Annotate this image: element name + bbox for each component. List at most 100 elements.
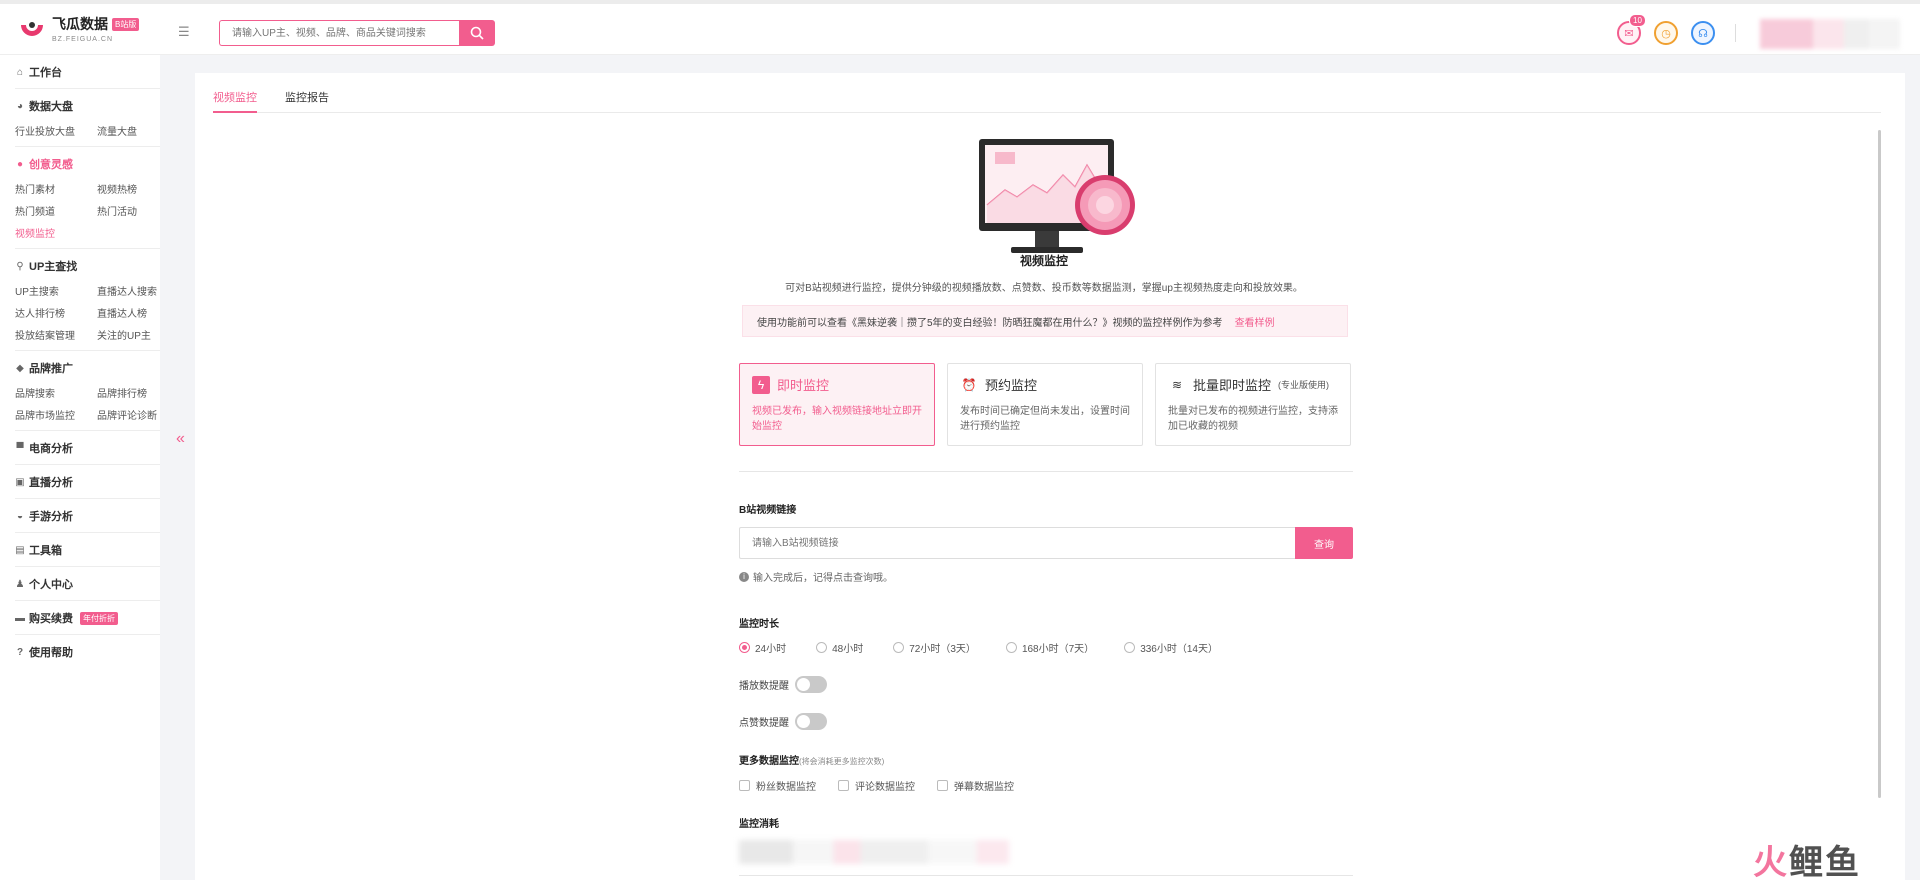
brand-name: 飞瓜数据 xyxy=(52,16,108,32)
sidebar-head[interactable]: ◆ 品牌推广 xyxy=(15,360,160,376)
sidebar-head[interactable]: ⚲ UP主查找 xyxy=(15,258,160,274)
sidebar-link[interactable]: 品牌排行榜 xyxy=(97,385,167,400)
radio-button[interactable] xyxy=(1005,642,1017,653)
fans-monitor-option[interactable]: 粉丝数据监控 xyxy=(739,778,816,793)
sidebar-group-help: ? 使用帮助 xyxy=(15,635,160,668)
divider xyxy=(739,471,1353,472)
sidebar-link[interactable]: 热门活动 xyxy=(97,203,167,218)
duration-option[interactable]: 48小时 xyxy=(816,640,863,655)
sidebar-link[interactable]: 流量大盘 xyxy=(97,123,167,138)
checkbox[interactable] xyxy=(739,780,750,791)
sidebar-head[interactable]: ⌂ 工作台 xyxy=(15,64,160,80)
sidebar-link[interactable]: 品牌搜索 xyxy=(15,385,97,400)
page-title: 视频监控 xyxy=(1020,254,1069,268)
sidebar-group-toolbox: ▤ 工具箱 xyxy=(15,533,160,567)
more-monitor-note: (将会消耗更多监控次数) xyxy=(799,757,885,766)
sidebar-group-account: ♟ 个人中心 xyxy=(15,567,160,601)
radio-button[interactable] xyxy=(739,642,750,653)
sidebar-head[interactable]: ♟ 个人中心 xyxy=(15,576,160,592)
view-sample-link[interactable]: 查看样例 xyxy=(1235,314,1275,329)
duration-option[interactable]: 24小时 xyxy=(739,640,786,655)
danmaku-monitor-option[interactable]: 弹幕数据监控 xyxy=(937,778,1014,793)
message-count-badge: 10 xyxy=(1629,14,1646,27)
divider xyxy=(1735,24,1736,42)
clock-icon[interactable]: ◷ xyxy=(1654,21,1678,45)
radio-button[interactable] xyxy=(893,642,905,653)
tv-icon: ▣ xyxy=(15,476,25,488)
sidebar-link[interactable]: 直播达人榜 xyxy=(97,305,167,320)
search-input[interactable] xyxy=(219,20,459,46)
like-alert-toggle[interactable] xyxy=(795,713,827,730)
tab-video-monitor[interactable]: 视频监控 xyxy=(213,89,257,113)
bulb-icon: ● xyxy=(16,158,24,170)
lightning-icon: ϟ xyxy=(752,375,770,394)
more-monitor-checkboxes: 粉丝数据监控 评论数据监控 弹幕数据监控 xyxy=(739,778,1036,793)
toolbox-icon: ▤ xyxy=(15,544,25,556)
duration-option[interactable]: 72小时（3天） xyxy=(893,640,976,655)
sidebar-link[interactable]: 达人排行榜 xyxy=(15,305,97,320)
play-alert-toggle[interactable] xyxy=(795,676,827,693)
brand-domain: BZ.FEIGUA.CN xyxy=(52,36,114,43)
sidebar-head[interactable]: ▀ 电商分析 xyxy=(15,440,160,456)
comments-monitor-option[interactable]: 评论数据监控 xyxy=(838,778,915,793)
sample-notice: 使用功能前可以查看《黑妹逆袭｜攒了5年的变白经验！防晒狂魔都在用什么？》视频的监… xyxy=(742,305,1348,337)
sidebar-head[interactable]: ◕ 数据大盘 xyxy=(15,98,160,114)
duration-option[interactable]: 168小时（7天） xyxy=(1005,640,1094,655)
mode-batch[interactable]: ≋ 批量即时监控 (专业版使用) 批量对已发布的视频进行监控，支持添加已收藏的视… xyxy=(1155,363,1351,446)
mode-description: 视频已发布，输入视频链接地址立即开始监控 xyxy=(752,406,922,432)
watermark-logo: 火鲤鱼 xyxy=(1753,843,1861,880)
video-url-input[interactable] xyxy=(739,527,1295,559)
radio-button[interactable] xyxy=(1124,642,1136,653)
sidebar-link-video-monitor[interactable]: 视频监控 xyxy=(15,225,97,240)
radio-button[interactable] xyxy=(816,642,828,653)
logo[interactable]: 飞瓜数据 B站版 BZ.FEIGUA.CN xyxy=(18,14,140,43)
hint-text: 输入完成后，记得点击查询哦。 xyxy=(753,573,893,584)
sidebar: ⌂ 工作台 ◕ 数据大盘 行业投放大盘 流量大盘 ● 创意灵感 热门素材 视频热榜 热… xyxy=(0,55,160,880)
sidebar-group-purchase: ▬ 购买续费 年付折折 xyxy=(15,601,160,635)
query-button[interactable]: 查询 xyxy=(1295,527,1353,559)
sidebar-link[interactable]: 关注的UP主 xyxy=(97,327,167,342)
card-icon: ▬ xyxy=(15,612,25,624)
sidebar-link[interactable]: 投放结案管理 xyxy=(15,327,97,342)
sidebar-head[interactable]: ● 创意灵感 xyxy=(15,156,160,172)
mode-title: 预约监控 xyxy=(985,378,1038,393)
tab-bar: 视频监控 监控报告 xyxy=(213,73,1881,113)
collapse-sidebar-icon[interactable]: « xyxy=(176,430,185,448)
sidebar-group-up-search: ⚲ UP主查找 UP主搜索 直播达人搜索 达人排行榜 直播达人榜 投放结案管理 关… xyxy=(15,249,160,351)
cost-value-redacted xyxy=(739,840,1009,864)
sidebar-link[interactable]: 品牌市场监控 xyxy=(15,407,97,422)
gamepad-icon: ◒ xyxy=(16,510,24,522)
sidebar-group-ecommerce: ▀ 电商分析 xyxy=(15,431,160,465)
mode-title: 即时监控 xyxy=(777,378,830,393)
mail-icon[interactable]: ✉ 10 xyxy=(1617,14,1646,45)
notice-text: 使用功能前可以查看《黑妹逆袭｜攒了5年的变白经验！防晒狂魔都在用什么？》视频的监… xyxy=(757,317,1223,329)
sidebar-link[interactable]: 视频热榜 xyxy=(97,181,167,196)
sidebar-link[interactable]: 行业投放大盘 xyxy=(15,123,97,138)
hint: i 输入完成后，记得点击查询哦。 xyxy=(739,569,893,584)
sidebar-group-brand: ◆ 品牌推广 品牌搜索 品牌排行榜 品牌市场监控 品牌评论诊断 xyxy=(15,351,160,431)
scrollbar[interactable] xyxy=(1878,130,1881,798)
mode-instant[interactable]: ϟ 即时监控 视频已发布，输入视频链接地址立即开始监控 xyxy=(739,363,935,446)
checkbox[interactable] xyxy=(838,780,849,791)
cost-label: 监控消耗 xyxy=(739,819,779,830)
headset-icon[interactable]: ☊ xyxy=(1691,21,1715,45)
user-avatar-redacted[interactable] xyxy=(1760,19,1900,49)
sidebar-link[interactable]: 热门素材 xyxy=(15,181,97,196)
sidebar-head[interactable]: ◒ 手游分析 xyxy=(15,508,160,524)
sidebar-link[interactable]: 直播达人搜索 xyxy=(97,283,167,298)
duration-option[interactable]: 336小时（14天） xyxy=(1124,640,1218,655)
sidebar-head[interactable]: ▬ 购买续费 年付折折 xyxy=(15,610,160,626)
sidebar-link[interactable]: UP主搜索 xyxy=(15,283,97,298)
menu-toggle-icon[interactable]: ☰ xyxy=(178,24,190,40)
sidebar-head[interactable]: ? 使用帮助 xyxy=(15,644,160,660)
sidebar-head[interactable]: ▤ 工具箱 xyxy=(15,542,160,558)
mode-scheduled[interactable]: ⏰ 预约监控 发布时间已确定但尚未发出，设置时间进行预约监控 xyxy=(947,363,1143,446)
sidebar-link[interactable]: 热门频道 xyxy=(15,203,97,218)
sidebar-link[interactable]: 品牌评论诊断 xyxy=(97,407,167,422)
play-alert-row: 播放数提醒 xyxy=(739,676,827,693)
tab-monitor-report[interactable]: 监控报告 xyxy=(285,89,329,113)
search-button[interactable] xyxy=(459,20,495,46)
sidebar-head[interactable]: ▣ 直播分析 xyxy=(15,474,160,490)
page-description: 可对B站视频进行监控，提供分钟级的视频播放数、点赞数、投币数等数据监测，掌握up… xyxy=(785,283,1303,294)
checkbox[interactable] xyxy=(937,780,948,791)
